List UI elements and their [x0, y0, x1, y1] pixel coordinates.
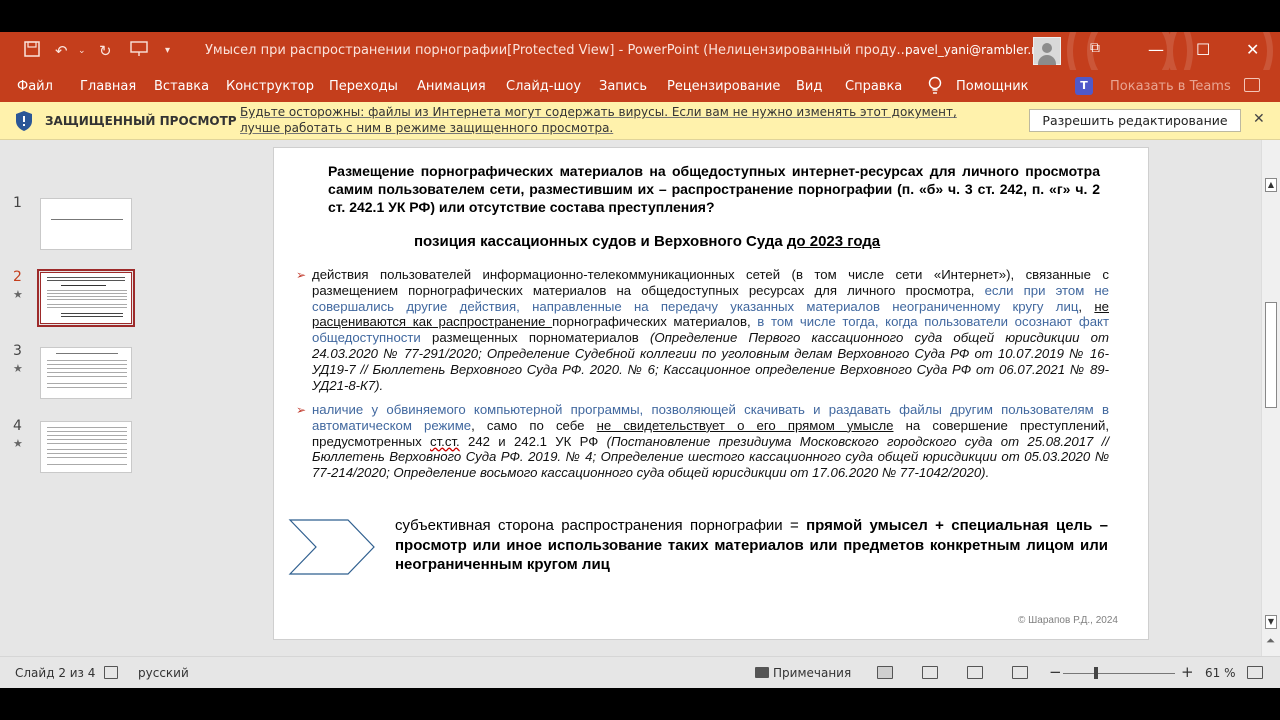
slide-thumbnails-pane: 1 2 ★ 3 ★ 4 ★	[0, 140, 160, 656]
current-slide[interactable]: Размещение порнографических материалов н…	[273, 147, 1149, 640]
tab-file[interactable]: Файл	[17, 79, 53, 94]
tab-help[interactable]: Справка	[845, 79, 902, 94]
bullet2-spellcheck: ст.ст.	[430, 433, 460, 449]
copyright-note: © Шарапов Р.Д., 2024	[1018, 615, 1118, 626]
thumb-number-1: 1	[13, 195, 22, 211]
conclusion-lead: субъективная сторона распространения пор…	[395, 517, 807, 534]
close-protected-bar-icon[interactable]: ✕	[1253, 111, 1265, 127]
zoom-slider-knob[interactable]	[1094, 667, 1098, 679]
ribbon-display-options-icon[interactable]: ⧉	[1090, 40, 1100, 56]
undo-dropdown-icon[interactable]: ⌄	[78, 41, 86, 61]
tab-insert[interactable]: Вставка	[154, 79, 209, 94]
powerpoint-window: ↶ ⌄ ↻ ▾ Умысел при распространении порно…	[0, 32, 1280, 688]
tab-review[interactable]: Рецензирование	[667, 79, 780, 94]
previous-slide-icon[interactable]: ⏶	[1266, 634, 1275, 648]
ribbon-tabs: Файл Главная Вставка Конструктор Переход…	[0, 70, 1280, 102]
protected-view-message[interactable]: Будьте осторожны: файлы из Интернета мог…	[240, 104, 1000, 136]
zoom-level[interactable]: 61 %	[1205, 666, 1236, 680]
subtitle-date: до 2023 года	[786, 233, 881, 250]
fit-to-window-icon[interactable]	[1247, 666, 1263, 679]
enable-editing-button[interactable]: Разрешить редактирование	[1029, 109, 1241, 132]
bullet-arrow-icon: ➢	[296, 268, 307, 282]
undo-icon[interactable]: ↶	[55, 41, 68, 61]
bullet1-comma: ,	[1078, 298, 1095, 314]
tab-assistant[interactable]: Помощник	[956, 79, 1029, 94]
avatar[interactable]	[1033, 37, 1061, 65]
slide-subtitle: позиция кассационных судов и Верховного …	[414, 233, 880, 250]
bullet1-text-2: порнографических материалов,	[552, 314, 758, 330]
protected-view-bar: ЗАЩИЩЕННЫЙ ПРОСМОТР Будьте осторожны: фа…	[0, 102, 1280, 140]
bullet2-underlined: не свидетельствует о его прямом умысле	[596, 417, 894, 433]
tab-record[interactable]: Запись	[599, 79, 647, 94]
zoom-out-button[interactable]: −	[1049, 663, 1062, 681]
thumb-animation-star-4: ★	[13, 437, 23, 450]
tab-slideshow[interactable]: Слайд-шоу	[506, 79, 581, 94]
bullet-point-1: ➢ действия пользователей информационно-т…	[296, 267, 1109, 393]
bullet-arrow-icon: ➢	[296, 403, 307, 417]
accessibility-notes-icon[interactable]	[104, 666, 118, 679]
zoom-slider[interactable]	[1063, 673, 1175, 674]
thumb-animation-star-3: ★	[13, 362, 23, 375]
notes-button[interactable]: Примечания	[773, 666, 851, 680]
thumb-number-3: 3	[13, 343, 22, 359]
slide-thumbnail-3[interactable]	[40, 347, 132, 399]
reading-view-icon[interactable]	[967, 666, 983, 679]
bullet-point-2: ➢ наличие у обвиняемого компьютерной про…	[296, 402, 1109, 481]
subtitle-text: позиция кассационных судов и Верховного …	[414, 233, 787, 250]
slide-title: Размещение порнографических материалов н…	[328, 163, 1100, 215]
start-slideshow-icon[interactable]	[130, 41, 148, 62]
notes-icon[interactable]	[755, 667, 769, 678]
slide-editor-area: Размещение порнографических материалов н…	[160, 140, 1261, 656]
tab-home[interactable]: Главная	[80, 79, 136, 94]
status-bar: Слайд 2 из 4 русский Примечания − + 61 %	[0, 656, 1280, 688]
scroll-up-icon[interactable]: ▲	[1265, 178, 1277, 192]
maximize-icon[interactable]: ☐	[1196, 40, 1210, 59]
bullet2-text: , само по себе	[471, 417, 597, 433]
user-account-name[interactable]: pavel_yani@rambler.ru	[905, 43, 1044, 57]
scroll-down-icon[interactable]: ▼	[1265, 615, 1277, 629]
thumb-number-4: 4	[13, 418, 22, 434]
bullet1-text-3: размещенных порноматериалов	[420, 330, 650, 346]
chevron-arrow-shape	[288, 519, 375, 575]
conclusion-text: субъективная сторона распространения пор…	[395, 516, 1108, 575]
minimize-icon[interactable]: —	[1148, 40, 1164, 59]
protected-view-title: ЗАЩИЩЕННЫЙ ПРОСМОТР	[45, 114, 237, 128]
slide-thumbnail-1[interactable]	[40, 198, 132, 250]
thumb-number-2: 2	[13, 269, 22, 285]
tab-transitions[interactable]: Переходы	[329, 79, 398, 94]
scroll-thumb[interactable]	[1265, 302, 1277, 408]
slide-counter: Слайд 2 из 4	[15, 666, 96, 680]
close-window-icon[interactable]: ✕	[1246, 40, 1259, 59]
thumb-animation-star-2: ★	[13, 288, 23, 301]
tab-design[interactable]: Конструктор	[226, 79, 314, 94]
language-indicator[interactable]: русский	[138, 666, 189, 680]
slide-sorter-icon[interactable]	[922, 666, 938, 679]
customize-toolbar-icon[interactable]: ▾	[165, 41, 170, 61]
slide-thumbnail-2[interactable]	[37, 269, 135, 327]
redo-icon[interactable]: ↻	[99, 41, 112, 61]
lightbulb-icon[interactable]	[928, 76, 942, 96]
slideshow-view-icon[interactable]	[1012, 666, 1028, 679]
vertical-scrollbar[interactable]: ▲ ▼ ⏶ ⏷	[1261, 140, 1280, 656]
title-bar: ↶ ⌄ ↻ ▾ Умысел при распространении порно…	[0, 32, 1280, 70]
bullet2-text-3: 242 и 242.1 УК РФ	[459, 433, 607, 449]
tab-view[interactable]: Вид	[796, 79, 822, 94]
normal-view-icon[interactable]	[877, 666, 893, 679]
show-in-teams-button[interactable]: Показать в Teams	[1110, 79, 1231, 94]
document-title: Умысел при распространении порнографии[P…	[205, 43, 909, 58]
comments-icon[interactable]	[1244, 78, 1260, 92]
teams-icon: T	[1075, 77, 1093, 95]
save-icon[interactable]	[24, 41, 40, 62]
zoom-in-button[interactable]: +	[1181, 663, 1194, 681]
shield-icon	[16, 111, 32, 131]
tab-animations[interactable]: Анимация	[417, 79, 486, 94]
slide-thumbnail-4[interactable]	[40, 421, 132, 473]
